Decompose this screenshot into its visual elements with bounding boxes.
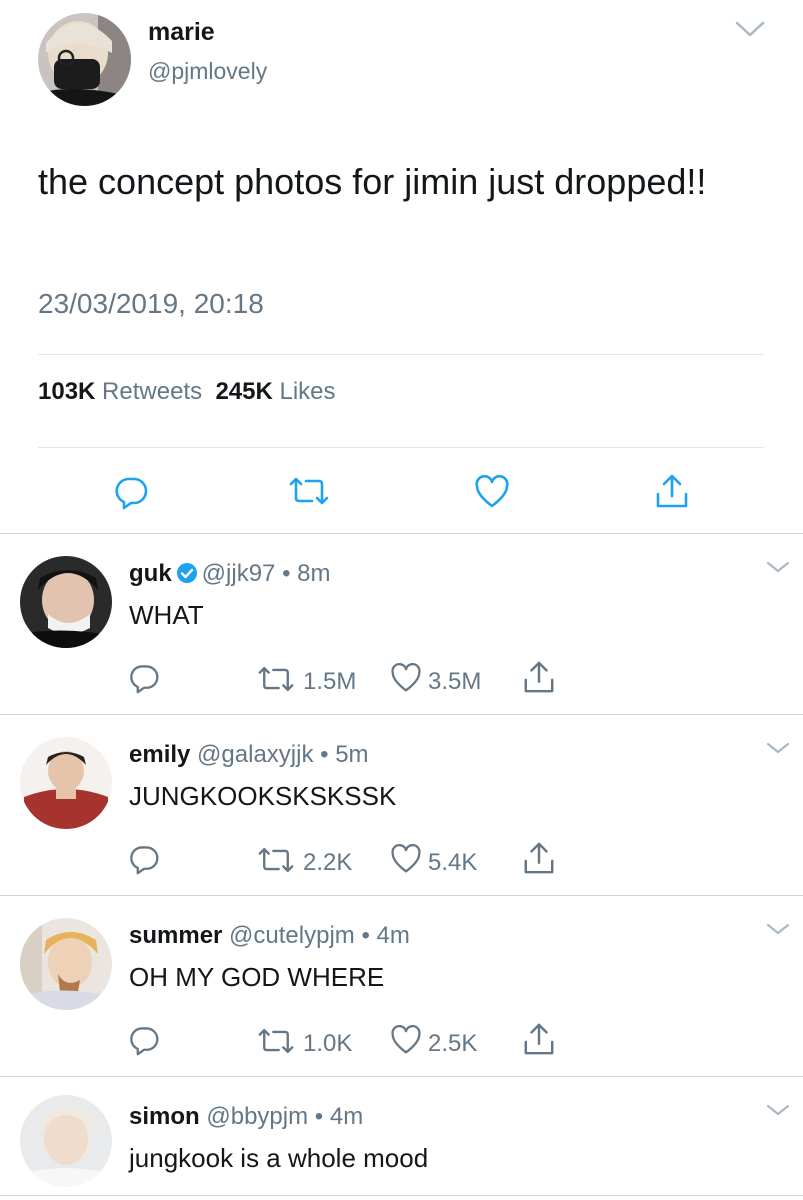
reply-text: OH MY GOD WHERE [129,962,385,992]
display-name[interactable]: simon [129,1103,200,1130]
like-count: 3.5M [428,668,482,695]
retweet-icon[interactable] [288,476,330,511]
retweet-count: 2.2K [303,849,353,876]
display-name[interactable]: emily [129,741,190,768]
reply-text: WHAT [129,600,204,630]
reply-text: JUNGKOOKSKSKSSK [129,781,397,811]
share-icon[interactable] [522,1021,556,1062]
avatar[interactable] [38,13,131,106]
chevron-down-icon[interactable] [766,922,790,941]
tweet-timestamp[interactable]: 23/03/2019, 20:18 [38,288,264,320]
display-name[interactable]: guk [129,560,172,587]
display-name[interactable]: marie [148,18,215,47]
heart-icon[interactable] [390,843,422,879]
reply-tweet[interactable]: summer @cutelypjm • 4m OH MY GOD WHERE 1… [0,896,803,1077]
avatar[interactable] [20,918,112,1010]
divider [38,447,764,448]
reply-tweet[interactable]: emily @galaxyjjk • 5m JUNGKOOKSKSKSSK 2.… [0,715,803,896]
reply-actions: 2.2K 5.4K [0,840,803,883]
user-handle[interactable]: @cutelypjm [229,922,355,949]
reply-header: guk @jjk97 • 8m [129,560,331,591]
separator-dot: • [282,560,291,587]
heart-icon[interactable] [390,662,422,698]
retweet-count: 1.5M [303,668,357,695]
separator-dot: • [361,922,370,949]
tweet-text: the concept photos for jimin just droppe… [38,161,707,202]
share-icon[interactable] [654,472,690,515]
separator-dot: • [320,741,329,768]
reply-time[interactable]: 4m [330,1103,363,1130]
reply-header: simon @bbypjm • 4m [129,1103,363,1131]
reply-icon[interactable] [128,662,160,699]
heart-icon[interactable] [474,474,510,514]
chevron-down-icon[interactable] [766,741,790,760]
reply-actions: 1.0K 2.5K [0,1021,803,1064]
reply-time[interactable]: 5m [335,741,368,768]
verified-badge-icon [176,562,198,591]
likes-label[interactable]: Likes [279,378,335,405]
retweet-icon[interactable] [257,665,295,698]
reply-icon[interactable] [128,843,160,880]
reply-time[interactable]: 4m [377,922,410,949]
retweets-label[interactable]: Retweets [102,378,202,405]
likes-count[interactable]: 245K [215,378,272,405]
reply-tweet[interactable]: simon @bbypjm • 4m jungkook is a whole m… [0,1077,803,1196]
reply-tweet[interactable]: guk @jjk97 • 8m WHAT 1.5M 3.5M [0,534,803,715]
share-icon[interactable] [522,659,556,700]
retweet-icon[interactable] [257,1027,295,1060]
reply-icon[interactable] [113,474,149,515]
display-name[interactable]: summer [129,922,222,949]
like-count: 2.5K [428,1030,478,1057]
reply-time[interactable]: 8m [297,560,330,587]
avatar[interactable] [20,1095,112,1187]
reply-icon[interactable] [128,1024,160,1061]
reply-actions: 1.5M 3.5M [0,659,803,702]
main-tweet: marie @pjmlovely the concept photos for … [0,0,803,534]
reply-header: emily @galaxyjjk • 5m [129,741,369,769]
retweet-count: 1.0K [303,1030,353,1057]
reply-text: jungkook is a whole mood [129,1143,429,1173]
user-handle[interactable]: @jjk97 [202,560,276,587]
heart-icon[interactable] [390,1024,422,1060]
like-count: 5.4K [428,849,478,876]
avatar[interactable] [20,556,112,648]
separator-dot: • [314,1103,324,1130]
chevron-down-icon[interactable] [766,1103,790,1122]
chevron-down-icon[interactable] [766,560,790,579]
retweet-icon[interactable] [257,846,295,879]
avatar[interactable] [20,737,112,829]
retweets-count[interactable]: 103K [38,378,95,405]
chevron-down-icon[interactable] [735,20,765,43]
share-icon[interactable] [522,840,556,881]
user-handle[interactable]: @pjmlovely [148,58,267,85]
user-handle[interactable]: @bbypjm [206,1103,308,1130]
divider [38,354,764,355]
reply-header: summer @cutelypjm • 4m [129,922,410,950]
user-handle[interactable]: @galaxyjjk [197,741,313,768]
tweet-stats: 103K Retweets 245K Likes [38,378,336,406]
